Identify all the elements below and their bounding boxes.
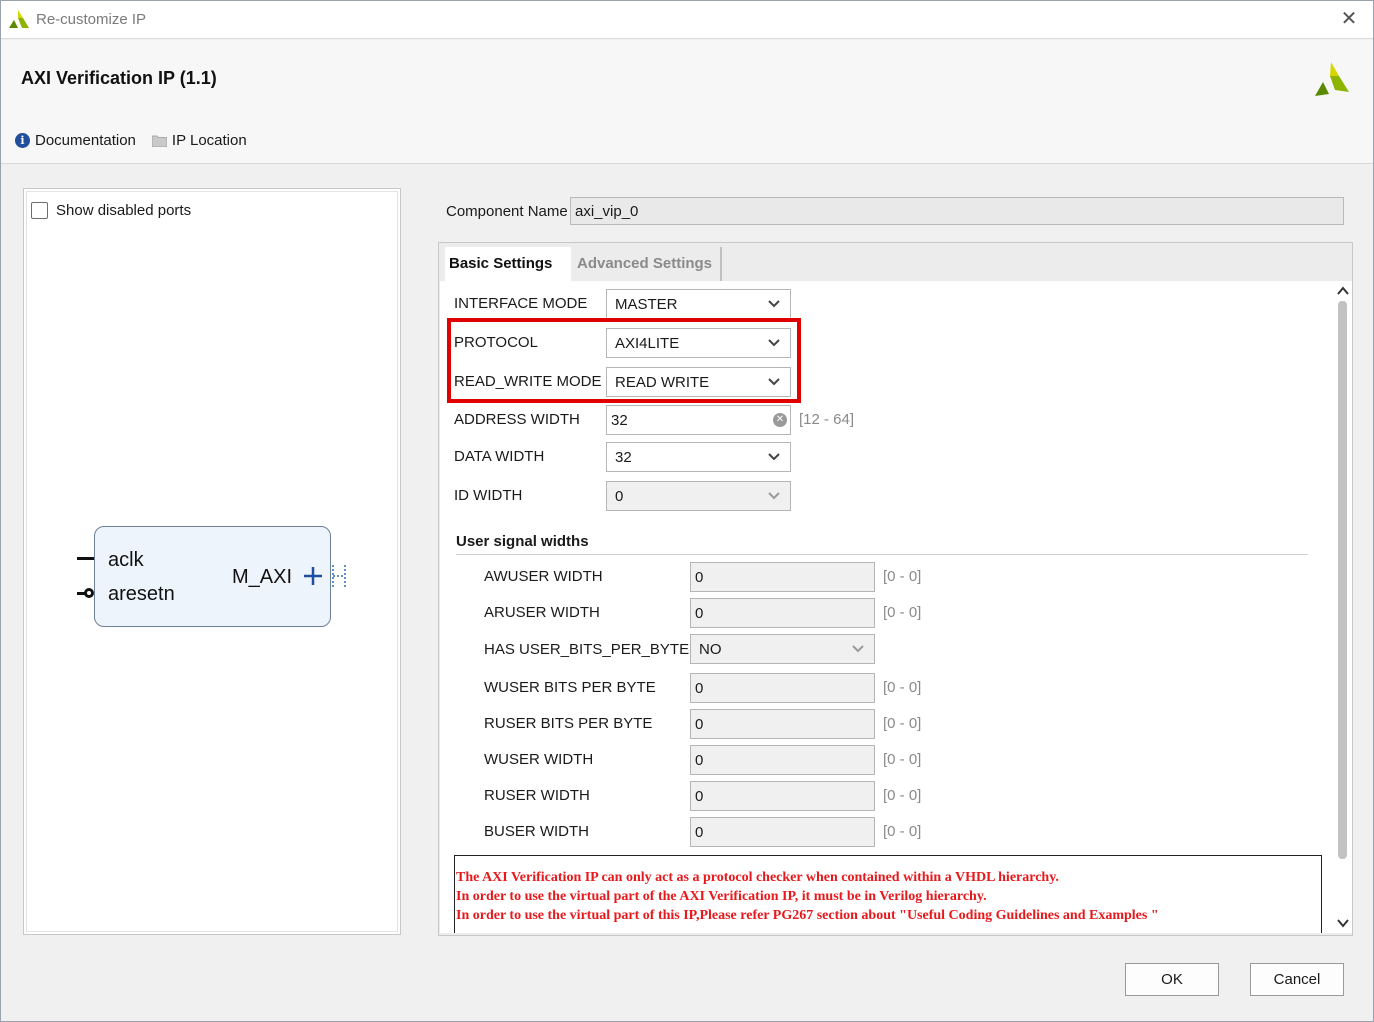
dialog-window: Re-customize IP ✕ AXI Verification IP (1… — [0, 0, 1374, 1022]
wuser-width-input[interactable]: 0 — [690, 745, 875, 775]
ip-location-link[interactable]: IP Location — [151, 132, 247, 149]
folder-icon — [151, 135, 167, 147]
chevron-down-icon — [768, 339, 780, 347]
has-user-bits-per-byte-value: NO — [699, 641, 722, 658]
ok-button[interactable]: OK — [1125, 963, 1219, 996]
basic-settings-content: INTERFACE MODE MASTER PROTOCOL AXI4LITE … — [440, 281, 1336, 933]
clear-icon[interactable]: ✕ — [773, 413, 787, 427]
section-divider — [456, 554, 1308, 555]
note-line: In order to use the virtual part of this… — [456, 908, 1159, 923]
aruser-width-input[interactable]: 0 — [690, 598, 875, 628]
ruser-bits-per-byte-range: [0 - 0] — [883, 715, 922, 732]
user-signal-widths-title: User signal widths — [456, 533, 589, 550]
read-write-mode-select[interactable]: READ WRITE — [606, 367, 791, 397]
vertical-scrollbar[interactable] — [1334, 281, 1352, 933]
buser-width-range: [0 - 0] — [883, 823, 922, 840]
xilinx-logo-icon — [9, 10, 29, 28]
cancel-button[interactable]: Cancel — [1250, 963, 1344, 996]
wuser-bits-per-byte-label: WUSER BITS PER BYTE — [484, 679, 656, 696]
chevron-down-icon — [768, 378, 780, 386]
port-aresetn: aresetn — [108, 583, 175, 605]
close-icon[interactable]: ✕ — [1337, 7, 1361, 31]
wuser-bits-per-byte-range: [0 - 0] — [883, 679, 922, 696]
id-width-select[interactable]: 0 — [606, 481, 791, 511]
documentation-label: Documentation — [35, 132, 136, 149]
component-name-label: Component Name — [446, 203, 568, 220]
port-aclk: aclk — [108, 549, 144, 571]
aruser-width-label: ARUSER WIDTH — [484, 604, 600, 621]
buser-width-label: BUSER WIDTH — [484, 823, 589, 840]
ip-block-symbol: aclk aresetn M_AXI — [94, 526, 331, 627]
wuser-width-range: [0 - 0] — [883, 751, 922, 768]
awuser-width-range: [0 - 0] — [883, 568, 922, 585]
component-name-field[interactable]: axi_vip_0 — [570, 197, 1344, 225]
show-disabled-ports[interactable]: Show disabled ports — [31, 202, 191, 219]
ruser-bits-per-byte-input[interactable]: 0 — [690, 709, 875, 739]
settings-tabs: Basic Settings Advanced Settings — [445, 247, 723, 281]
data-width-label: DATA WIDTH — [454, 448, 545, 465]
read-write-mode-value: READ WRITE — [615, 374, 710, 391]
note-line: The AXI Verification IP can only act as … — [456, 870, 1059, 885]
has-user-bits-per-byte-select[interactable]: NO — [690, 634, 875, 664]
aresetn-inverter-bubble — [84, 588, 94, 598]
address-width-input[interactable]: 32 ✕ — [606, 405, 791, 435]
awuser-width-label: AWUSER WIDTH — [484, 568, 603, 585]
scroll-up-icon[interactable] — [1334, 283, 1352, 299]
read-write-mode-label: READ_WRITE MODE — [454, 373, 602, 390]
awuser-width-input[interactable]: 0 — [690, 562, 875, 592]
protocol-value: AXI4LITE — [615, 335, 680, 352]
ip-header: AXI Verification IP (1.1) i Documentatio… — [1, 40, 1373, 164]
id-width-value: 0 — [615, 488, 624, 505]
chevron-down-icon — [768, 492, 780, 500]
show-disabled-ports-label: Show disabled ports — [56, 202, 192, 219]
aruser-width-range: [0 - 0] — [883, 604, 922, 621]
data-width-value: 32 — [615, 449, 632, 466]
chevron-down-icon — [852, 645, 864, 653]
tab-basic-settings[interactable]: Basic Settings — [445, 247, 571, 281]
title-bar[interactable]: Re-customize IP ✕ — [1, 1, 1373, 39]
ruser-width-range: [0 - 0] — [883, 787, 922, 804]
aclk-pin — [77, 557, 94, 560]
address-width-label: ADDRESS WIDTH — [454, 411, 580, 428]
interface-mode-label: INTERFACE MODE — [454, 295, 588, 312]
page-title: AXI Verification IP (1.1) — [21, 68, 217, 88]
scroll-down-icon[interactable] — [1334, 915, 1352, 931]
address-width-range: [12 - 64] — [799, 411, 855, 428]
note-line: In order to use the virtual part of the … — [456, 889, 987, 904]
id-width-label: ID WIDTH — [454, 487, 523, 504]
ruser-width-label: RUSER WIDTH — [484, 787, 590, 804]
show-disabled-ports-checkbox[interactable] — [31, 202, 48, 219]
port-m-axi: M_AXI — [232, 566, 293, 588]
wuser-bits-per-byte-input[interactable]: 0 — [690, 673, 875, 703]
protocol-label: PROTOCOL — [454, 334, 538, 351]
documentation-link[interactable]: i Documentation — [15, 132, 136, 149]
header-links: i Documentation IP Location — [15, 132, 247, 149]
chevron-down-icon — [768, 453, 780, 461]
address-width-value: 32 — [611, 412, 628, 429]
ruser-width-input[interactable]: 0 — [690, 781, 875, 811]
data-width-select[interactable]: 32 — [606, 442, 791, 472]
ruser-bits-per-byte-label: RUSER BITS PER BYTE — [484, 715, 653, 732]
wuser-width-label: WUSER WIDTH — [484, 751, 594, 768]
info-icon: i — [15, 133, 30, 148]
has-user-bits-per-byte-label: HAS USER_BITS_PER_BYTE — [484, 641, 690, 658]
tab-advanced-settings[interactable]: Advanced Settings — [571, 247, 723, 281]
xilinx-brand-icon — [1315, 62, 1349, 96]
buser-width-input[interactable]: 0 — [690, 817, 875, 847]
ip-location-label: IP Location — [171, 132, 247, 149]
settings-panel: Basic Settings Advanced Settings INTERFA… — [438, 242, 1353, 936]
window-title: Re-customize IP — [36, 11, 147, 28]
interface-mode-value: MASTER — [615, 296, 678, 313]
chevron-down-icon — [768, 300, 780, 308]
interface-mode-select[interactable]: MASTER — [606, 289, 791, 319]
scrollbar-thumb[interactable] — [1338, 301, 1347, 859]
expand-bus-plus-icon[interactable] — [302, 564, 350, 590]
protocol-select[interactable]: AXI4LITE — [606, 328, 791, 358]
warning-note: The AXI Verification IP can only act as … — [454, 855, 1322, 933]
